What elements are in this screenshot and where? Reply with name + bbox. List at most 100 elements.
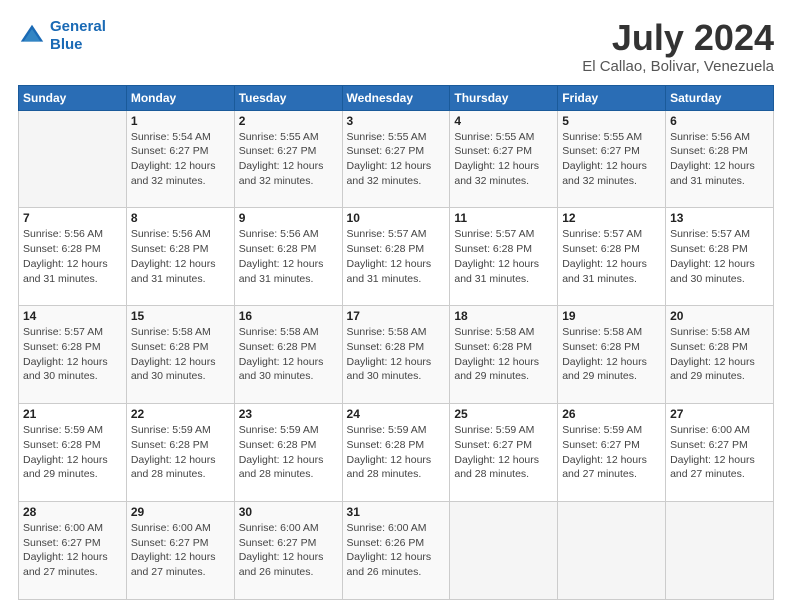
day-info: Sunrise: 5:57 AMSunset: 6:28 PMDaylight:… [562, 227, 661, 286]
day-number: 4 [454, 114, 553, 128]
header-tuesday: Tuesday [234, 85, 342, 110]
day-info: Sunrise: 5:58 AMSunset: 6:28 PMDaylight:… [131, 325, 230, 384]
main-title: July 2024 [582, 18, 774, 58]
day-info: Sunrise: 6:00 AMSunset: 6:27 PMDaylight:… [131, 521, 230, 580]
header-thursday: Thursday [450, 85, 558, 110]
table-row: 12 Sunrise: 5:57 AMSunset: 6:28 PMDayligh… [558, 208, 666, 306]
calendar-header: Sunday Monday Tuesday Wednesday Thursday… [19, 85, 774, 110]
day-number: 22 [131, 407, 230, 421]
day-number: 28 [23, 505, 122, 519]
table-row: 19 Sunrise: 5:58 AMSunset: 6:28 PMDayligh… [558, 306, 666, 404]
day-info: Sunrise: 5:58 AMSunset: 6:28 PMDaylight:… [562, 325, 661, 384]
day-number: 12 [562, 211, 661, 225]
table-row: 16 Sunrise: 5:58 AMSunset: 6:28 PMDayligh… [234, 306, 342, 404]
table-row: 24Sunrise: 5:59 AMSunset: 6:28 PMDayligh… [342, 404, 450, 502]
day-info: Sunrise: 5:56 AMSunset: 6:28 PMDaylight:… [239, 227, 338, 286]
table-row [666, 502, 774, 600]
table-row: 14 Sunrise: 5:57 AMSunset: 6:28 PMDayligh… [19, 306, 127, 404]
day-number: 23 [239, 407, 338, 421]
table-row: 7 Sunrise: 5:56 AMSunset: 6:28 PMDaylight… [19, 208, 127, 306]
header-monday: Monday [126, 85, 234, 110]
header-sunday: Sunday [19, 85, 127, 110]
day-info: Sunrise: 5:59 AMSunset: 6:28 PMDaylight:… [347, 423, 446, 482]
logo: General Blue [18, 18, 106, 54]
day-number: 2 [239, 114, 338, 128]
logo-line1: General [50, 18, 106, 35]
subtitle: El Callao, Bolivar, Venezuela [582, 58, 774, 75]
day-number: 1 [131, 114, 230, 128]
header-wednesday: Wednesday [342, 85, 450, 110]
table-row: 20Sunrise: 5:58 AMSunset: 6:28 PMDayligh… [666, 306, 774, 404]
day-info: Sunrise: 6:00 AMSunset: 6:27 PMDaylight:… [23, 521, 122, 580]
day-info: Sunrise: 5:55 AMSunset: 6:27 PMDaylight:… [239, 130, 338, 189]
day-number: 21 [23, 407, 122, 421]
day-number: 31 [347, 505, 446, 519]
table-row: 4 Sunrise: 5:55 AMSunset: 6:27 PMDaylight… [450, 110, 558, 208]
header: General Blue July 2024 El Callao, Boliva… [18, 18, 774, 75]
table-row: 27 Sunrise: 6:00 AMSunset: 6:27 PMDayligh… [666, 404, 774, 502]
day-info: Sunrise: 5:57 AMSunset: 6:28 PMDaylight:… [23, 325, 122, 384]
logo-line2: Blue [50, 36, 83, 53]
day-number: 17 [347, 309, 446, 323]
day-number: 6 [670, 114, 769, 128]
table-row: 2 Sunrise: 5:55 AMSunset: 6:27 PMDaylight… [234, 110, 342, 208]
day-info: Sunrise: 5:57 AMSunset: 6:28 PMDaylight:… [347, 227, 446, 286]
day-number: 20 [670, 309, 769, 323]
day-number: 29 [131, 505, 230, 519]
day-info: Sunrise: 5:55 AMSunset: 6:27 PMDaylight:… [562, 130, 661, 189]
day-number: 13 [670, 211, 769, 225]
day-info: Sunrise: 5:58 AMSunset: 6:28 PMDaylight:… [239, 325, 338, 384]
title-block: July 2024 El Callao, Bolivar, Venezuela [582, 18, 774, 75]
day-info: Sunrise: 5:55 AMSunset: 6:27 PMDaylight:… [347, 130, 446, 189]
day-info: Sunrise: 5:57 AMSunset: 6:28 PMDaylight:… [454, 227, 553, 286]
day-number: 19 [562, 309, 661, 323]
day-number: 15 [131, 309, 230, 323]
table-row: 25Sunrise: 5:59 AMSunset: 6:27 PMDayligh… [450, 404, 558, 502]
table-row: 17 Sunrise: 5:58 AMSunset: 6:28 PMDayligh… [342, 306, 450, 404]
day-info: Sunrise: 5:54 AMSunset: 6:27 PMDaylight:… [131, 130, 230, 189]
day-number: 16 [239, 309, 338, 323]
day-number: 25 [454, 407, 553, 421]
day-number: 26 [562, 407, 661, 421]
day-info: Sunrise: 5:59 AMSunset: 6:28 PMDaylight:… [131, 423, 230, 482]
day-info: Sunrise: 5:56 AMSunset: 6:28 PMDaylight:… [131, 227, 230, 286]
day-info: Sunrise: 6:00 AMSunset: 6:26 PMDaylight:… [347, 521, 446, 580]
table-row [19, 110, 127, 208]
table-row: 23 Sunrise: 5:59 AMSunset: 6:28 PMDayligh… [234, 404, 342, 502]
day-number: 14 [23, 309, 122, 323]
page: General Blue July 2024 El Callao, Boliva… [0, 0, 792, 612]
table-row: 8Sunrise: 5:56 AMSunset: 6:28 PMDaylight… [126, 208, 234, 306]
day-info: Sunrise: 5:56 AMSunset: 6:28 PMDaylight:… [23, 227, 122, 286]
header-saturday: Saturday [666, 85, 774, 110]
day-number: 7 [23, 211, 122, 225]
logo-icon [18, 22, 46, 50]
table-row: 28 Sunrise: 6:00 AMSunset: 6:27 PMDayligh… [19, 502, 127, 600]
table-row: 26Sunrise: 5:59 AMSunset: 6:27 PMDayligh… [558, 404, 666, 502]
table-row: 21 Sunrise: 5:59 AMSunset: 6:28 PMDayligh… [19, 404, 127, 502]
calendar-body: 1 Sunrise: 5:54 AMSunset: 6:27 PMDaylight… [19, 110, 774, 599]
table-row: 3 Sunrise: 5:55 AMSunset: 6:27 PMDaylight… [342, 110, 450, 208]
day-number: 27 [670, 407, 769, 421]
day-number: 5 [562, 114, 661, 128]
day-info: Sunrise: 6:00 AMSunset: 6:27 PMDaylight:… [670, 423, 769, 482]
table-row: 5 Sunrise: 5:55 AMSunset: 6:27 PMDaylight… [558, 110, 666, 208]
table-row [558, 502, 666, 600]
table-row: 15 Sunrise: 5:58 AMSunset: 6:28 PMDayligh… [126, 306, 234, 404]
table-row: 31 Sunrise: 6:00 AMSunset: 6:26 PMDayligh… [342, 502, 450, 600]
day-info: Sunrise: 5:59 AMSunset: 6:28 PMDaylight:… [23, 423, 122, 482]
day-number: 10 [347, 211, 446, 225]
day-info: Sunrise: 6:00 AMSunset: 6:27 PMDaylight:… [239, 521, 338, 580]
table-row: 1 Sunrise: 5:54 AMSunset: 6:27 PMDaylight… [126, 110, 234, 208]
logo-text: General Blue [50, 18, 106, 54]
table-row [450, 502, 558, 600]
day-info: Sunrise: 5:58 AMSunset: 6:28 PMDaylight:… [347, 325, 446, 384]
day-info: Sunrise: 5:55 AMSunset: 6:27 PMDaylight:… [454, 130, 553, 189]
table-row: 29 Sunrise: 6:00 AMSunset: 6:27 PMDayligh… [126, 502, 234, 600]
calendar-table: Sunday Monday Tuesday Wednesday Thursday… [18, 85, 774, 600]
table-row: 18Sunrise: 5:58 AMSunset: 6:28 PMDayligh… [450, 306, 558, 404]
day-number: 30 [239, 505, 338, 519]
header-row: Sunday Monday Tuesday Wednesday Thursday… [19, 85, 774, 110]
day-info: Sunrise: 5:59 AMSunset: 6:28 PMDaylight:… [239, 423, 338, 482]
table-row: 22 Sunrise: 5:59 AMSunset: 6:28 PMDayligh… [126, 404, 234, 502]
day-number: 3 [347, 114, 446, 128]
